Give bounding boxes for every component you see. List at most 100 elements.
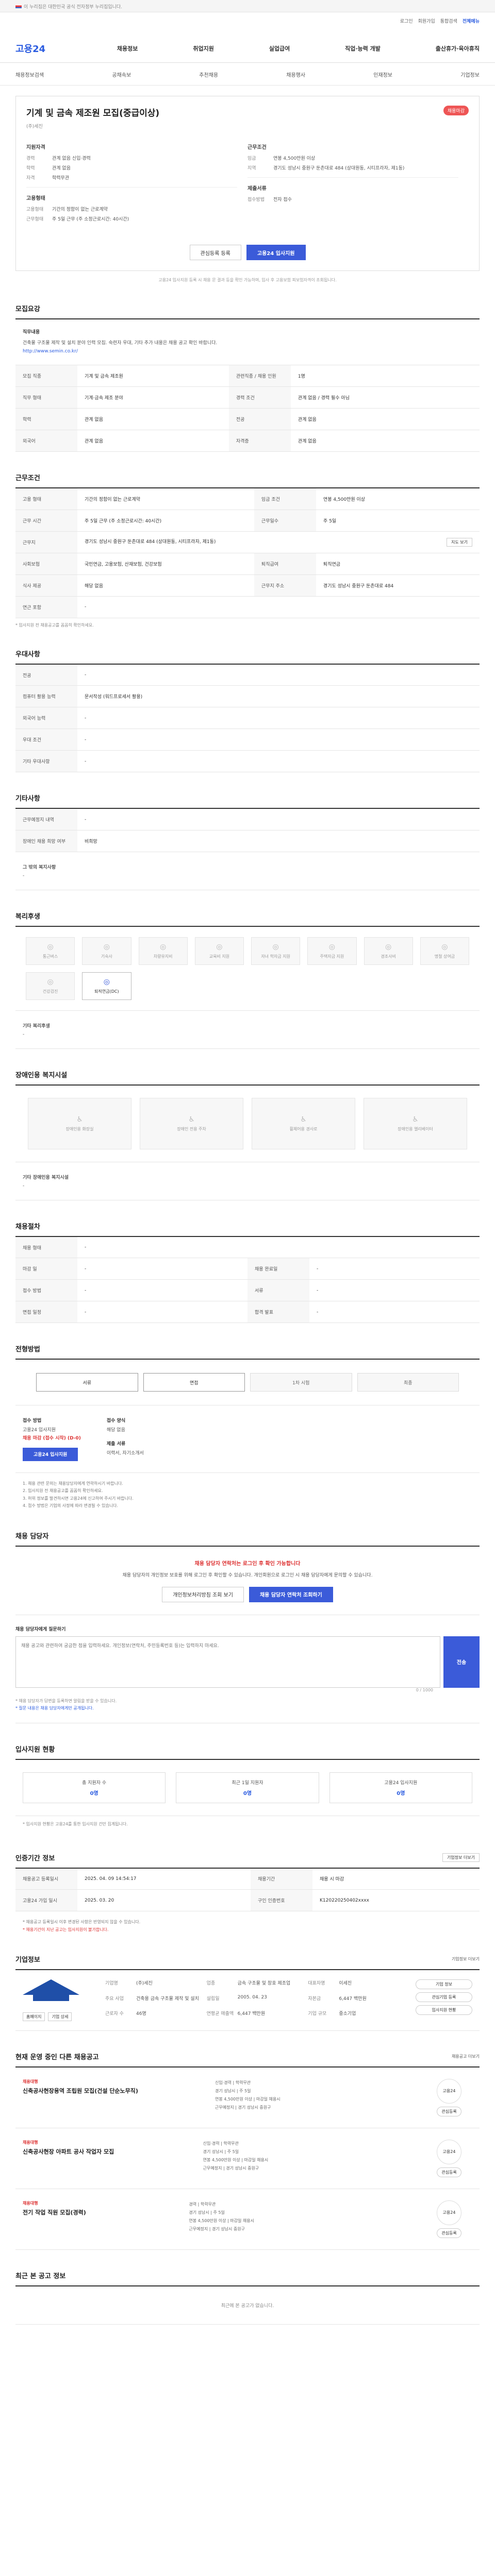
th: 구인 인증번호 (251, 1889, 313, 1912)
job-tag: 채용대행 (23, 2200, 38, 2206)
bookmark-button[interactable]: 관심등록 (437, 2228, 461, 2238)
related-job[interactable]: 채용대행전기 작업 직원 모집(경력) 경력 | 학력무관 경기 성남시 | 주 5… (15, 2189, 480, 2250)
corp-side-button[interactable]: 기업 정보 (416, 1979, 472, 1989)
disabled-label: 장애인용 화장실 (65, 1126, 94, 1131)
job-meta-line: 경력 | 학력무관 (189, 2201, 216, 2207)
subnav-item-company[interactable]: 기업정보 (460, 71, 480, 78)
welfare-item: ◎ 건강검진 (26, 972, 75, 1000)
menu-link[interactable]: 전체메뉴 (463, 18, 480, 24)
gov-emblem-icon: 고용24 (436, 2078, 461, 2104)
subnav-item-talent[interactable]: 인재정보 (373, 71, 392, 78)
homepage-link[interactable]: 홈페이지 (23, 2012, 45, 2021)
stat-card: 총 지원자 수 0명 (23, 1772, 166, 1803)
site-logo[interactable]: 고용24 (15, 42, 62, 55)
th: 서류 (248, 1279, 309, 1302)
th: 고용 형태 (15, 488, 77, 510)
corp-side-button[interactable]: 관심기업 등록 (416, 1992, 472, 2002)
company-name[interactable]: (주)세진 (26, 123, 469, 129)
corp-info-row: 기업명 (주)세진 (105, 1979, 203, 1988)
job-title-link[interactable]: 전기 작업 직원 모집(경력) (23, 2208, 86, 2216)
accessibility-icon: ♿ (412, 1115, 419, 1124)
section-title: 우대사항 (15, 650, 40, 658)
corp-side-button[interactable]: 입사지원 현황 (416, 2005, 472, 2015)
method-value: 고용24 입사지원 (23, 1428, 56, 1433)
gnb-item-unemployment[interactable]: 실업급여 (269, 44, 290, 53)
login-link[interactable]: 로그인 (400, 18, 413, 24)
corp-detail-link[interactable]: 기업 상세 (48, 2012, 72, 2021)
method-val: 전자 접수 (273, 197, 292, 202)
stats-section: 입사지원 현황 총 지원자 수 0명 최근 1일 지원자 0명 고용24 입사지원 0… (15, 1744, 480, 1832)
td: - (77, 1279, 248, 1302)
bookmark-button[interactable]: 관심등록 (437, 2167, 461, 2177)
welfare-icon: ◎ (103, 977, 110, 986)
job-tag: 채용대행 (23, 2140, 38, 2145)
treat-table: 전공 - 컴퓨터 활용 능력 문서작성 (워드프로세서 활용) 외국어 능력 - 우대… (15, 663, 480, 773)
th: 근무일수 (254, 510, 316, 532)
disabled-label: 장애인 전용 주차 (177, 1126, 206, 1131)
search-link[interactable]: 통합검색 (440, 18, 457, 24)
accessibility-icon: ♿ (300, 1115, 307, 1124)
gnb-item-leave[interactable]: 출산휴가·육아휴직 (436, 44, 480, 53)
td: 기계 및 금속 제조원 (77, 365, 229, 387)
cond-val: 연봉 4,500만원 이상 (273, 156, 316, 161)
welfare-item: ◎ 기숙사 (82, 937, 131, 965)
job-meta: 경력 | 학력무관 경기 성남시 | 주 5일 연봉 4,500만원 이상 | 마감… (189, 2200, 323, 2238)
subnav-item-open[interactable]: 공채속보 (112, 71, 131, 78)
td: 관계 없음 (290, 430, 480, 452)
related-job[interactable]: 채용대행 신축공사현장용역 조립원 모집(건설 단순노무직) 신입·경력 | 학력무… (15, 2067, 480, 2128)
corp-info-row: 주요 사업 건축용 금속 구조물 제작 및 설치 (105, 1995, 203, 2003)
desc-url[interactable]: http://www.semin.co.kr/ (23, 348, 472, 355)
contact-lookup-button[interactable]: 채용 담당자 연락처 조회하기 (249, 1586, 333, 1602)
job-title-link[interactable]: 신축공사현장 아파트 공사 작업자 모집 (23, 2147, 114, 2156)
gnb-item-support[interactable]: 취업지원 (193, 44, 213, 53)
welfare-icon: ◎ (216, 942, 223, 951)
corp-info-value: 6,447 백만원 (339, 1996, 367, 2002)
viewed-empty: 최근에 본 공고가 없습니다. (15, 2285, 480, 2325)
welfare-item: ◎ 교육비 지원 (194, 937, 244, 965)
gnb-item-jobs[interactable]: 채용정보 (117, 44, 138, 53)
subnav-item-events[interactable]: 채용행사 (286, 71, 305, 78)
td: 2025. 03. 20 (77, 1889, 251, 1912)
welfare-extra-heading: 기타 복리후생 (23, 1023, 50, 1029)
related-more-link[interactable]: 채용공고 더보기 (452, 2054, 480, 2059)
signup-link[interactable]: 회원가입 (418, 18, 435, 24)
accessibility-icon: ♿ (188, 1115, 195, 1124)
td: - (77, 808, 480, 831)
th: 전공 (15, 664, 77, 686)
howto-apply-button[interactable]: 고용24 입사지원 (23, 1447, 78, 1461)
job-title-link[interactable]: 신축공사현장용역 조립원 모집(건설 단순노무직) (23, 2087, 138, 2095)
welfare-extra: 기타 복리후생 - (15, 1011, 480, 1049)
gov-text: 이 누리집은 대한민국 공식 전자정부 누리집입니다. (24, 4, 123, 10)
td: - (77, 596, 480, 618)
map-button[interactable]: 지도 보기 (447, 537, 472, 547)
submit-label: 제출 서류 (106, 1441, 126, 1447)
privacy-button[interactable]: 개인정보처리방침 조회 보기 (162, 1586, 244, 1602)
cond-heading: 근무조건 (248, 145, 267, 150)
th: 근무지 (15, 531, 77, 553)
question-input[interactable] (15, 1636, 440, 1688)
welfare-label: 명절 상여금 (434, 954, 455, 959)
corp-more-link[interactable]: 기업정보 더보기 (452, 1956, 480, 1962)
etc-sub: 그 밖의 복지사항 - (15, 852, 480, 890)
corp-info-value: 6,447 백만원 (237, 2011, 266, 2017)
gnb-item-training[interactable]: 직업·능력 개발 (345, 44, 381, 53)
bookmark-button[interactable]: 관심등록 (437, 2106, 461, 2116)
procedure-section: 채용절차 채용 형태 - 마감 일 - 채용 완료일 - 접수 방법 - 서류 - 면접 일정… (15, 1221, 480, 1324)
send-button[interactable]: 전송 (443, 1636, 480, 1688)
apply-button[interactable]: 고용24 입사지원 (246, 245, 306, 260)
subnav-item-recommend[interactable]: 추천채용 (199, 71, 218, 78)
corp-info-key: 근로자 수 (105, 2011, 124, 2017)
disabled-item: ♿ 장애인용 화장실 (28, 1097, 131, 1149)
period-more-button[interactable]: 기업정보 더보기 (442, 1853, 480, 1862)
corp-info-key: 대표자명 (308, 1980, 325, 1986)
related-section: 현재 운영 중인 다른 채용공고 채용공고 더보기 채용대행 신축공사현장용역 조… (15, 2052, 480, 2250)
save-button[interactable]: 관심등록 등록 (189, 245, 241, 260)
related-job[interactable]: 채용대행 신축공사현장 아파트 공사 작업자 모집 신입·경력 | 학력무관 경기 성… (15, 2128, 480, 2189)
work-val: 주 5일 근무 (주 소정근로시간: 40시간) (52, 217, 129, 222)
td: 연봉 4,500만원 이상 (316, 488, 480, 510)
cond-key: 임금 (248, 156, 256, 161)
section-title: 장애인용 복지시설 (15, 1071, 68, 1079)
subnav-item-search[interactable]: 채용정보검색 (15, 71, 44, 78)
corp-info-row: 근로자 수 46명 (105, 2010, 203, 2018)
method-heading: 제출서류 (248, 186, 267, 192)
